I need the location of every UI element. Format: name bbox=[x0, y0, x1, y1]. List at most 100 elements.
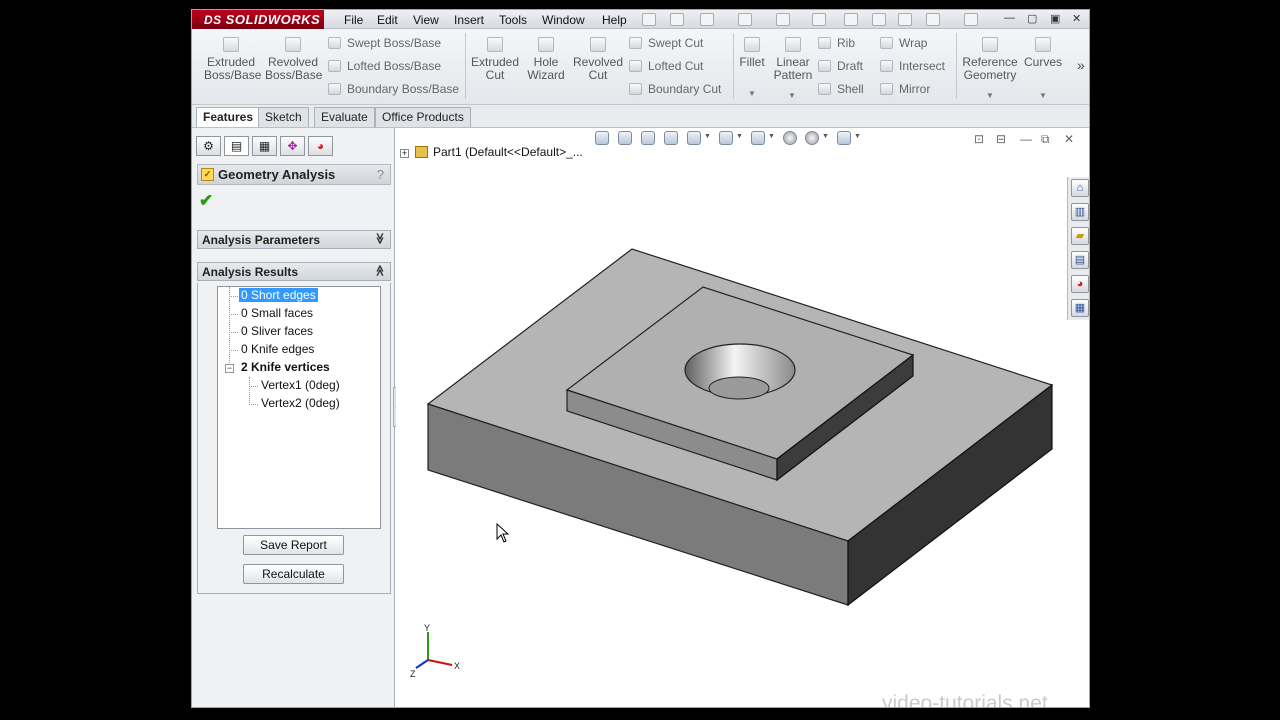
close-icon[interactable]: ✕ bbox=[1072, 12, 1081, 25]
view-palette-icon[interactable]: ▤ bbox=[1071, 251, 1089, 269]
custom-properties-icon[interactable]: ▦ bbox=[1071, 299, 1089, 317]
collapse-node-icon[interactable]: − bbox=[225, 364, 234, 373]
property-manager-header: ✓ Geometry Analysis ? bbox=[197, 164, 391, 185]
analysis-parameters-group[interactable]: Analysis Parameters ≫ bbox=[197, 230, 391, 249]
command-manager: Extruded Boss/Base Revolved Boss/Base Sw… bbox=[192, 29, 1089, 105]
select-icon[interactable] bbox=[844, 13, 858, 26]
configuration-manager-tab[interactable]: ▦ bbox=[252, 136, 277, 156]
extruded-cut-icon bbox=[487, 37, 503, 52]
ok-button[interactable]: ✔ bbox=[199, 191, 213, 211]
boundary-boss-button[interactable]: Boundary Boss/Base bbox=[328, 82, 459, 96]
rib-button[interactable]: Rib bbox=[818, 36, 855, 50]
tab-evaluate[interactable]: Evaluate bbox=[314, 107, 375, 127]
help-icon[interactable] bbox=[964, 13, 978, 26]
expand-chevron-icon[interactable]: ≫ bbox=[374, 233, 387, 245]
fillet-button[interactable]: Fillet bbox=[737, 37, 767, 69]
more-commands-icon[interactable]: » bbox=[1077, 57, 1085, 73]
menu-help[interactable]: Help bbox=[602, 13, 627, 27]
new-icon[interactable] bbox=[670, 13, 684, 26]
pattern-dropdown-icon[interactable]: ▼ bbox=[788, 91, 796, 100]
curves-button[interactable]: Curves bbox=[1024, 37, 1062, 69]
shell-button[interactable]: Shell bbox=[818, 82, 864, 96]
save-report-button[interactable]: Save Report bbox=[243, 535, 344, 555]
restore-icon[interactable]: ▢ bbox=[1027, 12, 1037, 25]
appearances-icon[interactable]: ◕ bbox=[1071, 275, 1089, 293]
triad-x-label: X bbox=[454, 661, 460, 671]
collapse-chevron-icon[interactable]: ≪ bbox=[374, 265, 387, 277]
reference-geometry-button[interactable]: Reference Geometry bbox=[960, 37, 1020, 82]
reference-triad: Y X Z bbox=[410, 623, 460, 679]
recalculate-button[interactable]: Recalculate bbox=[243, 564, 344, 584]
tab-office-products[interactable]: Office Products bbox=[375, 107, 471, 127]
revolved-cut-button[interactable]: Revolved Cut bbox=[572, 37, 624, 82]
property-manager-tab[interactable]: ▤ bbox=[224, 136, 249, 156]
linear-pattern-button[interactable]: Linear Pattern bbox=[772, 37, 814, 82]
swept-boss-icon bbox=[328, 37, 341, 49]
display-manager-tab[interactable]: ◕ bbox=[308, 136, 333, 156]
configuration-icon: ▦ bbox=[258, 139, 271, 153]
mirror-button[interactable]: Mirror bbox=[880, 82, 930, 96]
solidworks-logo[interactable]: DS SOLIDWORKS bbox=[192, 10, 324, 29]
file-properties-icon[interactable] bbox=[898, 13, 912, 26]
menu-tools[interactable]: Tools bbox=[499, 13, 527, 27]
design-library-icon[interactable]: ▥ bbox=[1071, 203, 1089, 221]
menu-edit[interactable]: Edit bbox=[377, 13, 398, 27]
tree-item-vertex1[interactable]: Vertex1 (0deg) bbox=[261, 378, 340, 392]
swept-boss-button[interactable]: Swept Boss/Base bbox=[328, 36, 441, 50]
tree-line bbox=[229, 350, 238, 351]
hole-wizard-button[interactable]: Hole Wizard bbox=[525, 37, 567, 82]
curves-icon bbox=[1035, 37, 1051, 52]
tree-item-small-faces[interactable]: 0 Small faces bbox=[241, 306, 313, 320]
page-title: Geometry Analysis bbox=[218, 167, 336, 182]
intersect-button[interactable]: Intersect bbox=[880, 59, 945, 73]
results-tree[interactable]: 0 Short edges 0 Small faces 0 Sliver fac… bbox=[217, 286, 381, 529]
menu-window[interactable]: Window bbox=[542, 13, 585, 27]
draft-button[interactable]: Draft bbox=[818, 59, 863, 73]
tab-sketch[interactable]: Sketch bbox=[258, 107, 309, 127]
minimize-icon[interactable]: — bbox=[1004, 12, 1015, 24]
analysis-results-group[interactable]: Analysis Results ≪ bbox=[197, 262, 391, 281]
revolved-boss-button[interactable]: Revolved Boss/Base bbox=[265, 37, 322, 82]
options-icon[interactable] bbox=[926, 13, 940, 26]
tree-item-vertex2[interactable]: Vertex2 (0deg) bbox=[261, 396, 340, 410]
menu-file[interactable]: File bbox=[344, 13, 363, 27]
tab-features[interactable]: Features bbox=[196, 107, 261, 127]
lofted-cut-button[interactable]: Lofted Cut bbox=[629, 59, 703, 73]
reference-geometry-dropdown-icon[interactable]: ▼ bbox=[986, 91, 994, 100]
maximize-icon[interactable]: ▣ bbox=[1050, 12, 1060, 25]
menu-view[interactable]: View bbox=[413, 13, 439, 27]
open-icon[interactable] bbox=[700, 13, 714, 26]
save-icon[interactable] bbox=[738, 13, 752, 26]
menu-insert[interactable]: Insert bbox=[454, 13, 484, 27]
extruded-boss-button[interactable]: Extruded Boss/Base bbox=[204, 37, 261, 82]
tree-line bbox=[249, 404, 258, 405]
swept-cut-button[interactable]: Swept Cut bbox=[629, 36, 703, 50]
graphics-area[interactable]: ▼ ▼ ▼ ▼ ▼ ⊡ ⊟ — ⧉ ✕ + Part1 (Default<<Def… bbox=[396, 128, 1090, 708]
tree-line bbox=[229, 314, 238, 315]
undo-icon[interactable] bbox=[812, 13, 826, 26]
tree-item-knife-edges[interactable]: 0 Knife edges bbox=[241, 342, 314, 356]
feature-manager-tab[interactable]: ⚙ bbox=[196, 136, 221, 156]
print-icon[interactable] bbox=[776, 13, 790, 26]
file-explorer-icon[interactable]: ▰ bbox=[1071, 227, 1089, 245]
property-manager: ⚙ ▤ ▦ ✥ ◕ ✓ Geometry Analysis ? ✔ Analys… bbox=[192, 128, 395, 707]
help-button[interactable]: ? bbox=[377, 167, 384, 182]
fillet-dropdown-icon[interactable]: ▼ bbox=[748, 89, 756, 98]
hole-bottom-face[interactable] bbox=[708, 376, 770, 400]
toolbar-separator bbox=[956, 33, 957, 99]
home-icon[interactable]: ⌂ bbox=[1071, 179, 1089, 197]
part-model[interactable] bbox=[396, 128, 1090, 708]
rebuild-icon[interactable] bbox=[872, 13, 886, 26]
boundary-cut-button[interactable]: Boundary Cut bbox=[629, 82, 721, 96]
intersect-icon bbox=[880, 60, 893, 72]
tree-item-short-edges[interactable]: 0 Short edges bbox=[239, 288, 318, 302]
curves-dropdown-icon[interactable]: ▼ bbox=[1039, 91, 1047, 100]
dimxpert-manager-tab[interactable]: ✥ bbox=[280, 136, 305, 156]
extruded-cut-button[interactable]: Extruded Cut bbox=[470, 37, 520, 82]
tree-item-knife-vertices[interactable]: 2 Knife vertices bbox=[241, 360, 330, 374]
tree-item-sliver-faces[interactable]: 0 Sliver faces bbox=[241, 324, 313, 338]
wrap-button[interactable]: Wrap bbox=[880, 36, 927, 50]
lofted-boss-button[interactable]: Lofted Boss/Base bbox=[328, 59, 441, 73]
linear-pattern-icon bbox=[785, 37, 801, 52]
pin-icon[interactable] bbox=[642, 13, 656, 26]
